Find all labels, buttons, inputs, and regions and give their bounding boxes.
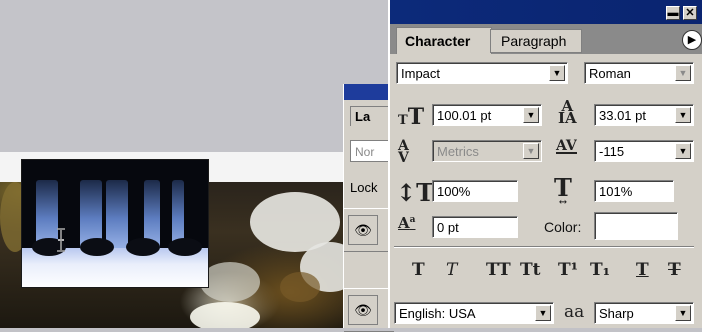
faux-italic-button[interactable]: T xyxy=(446,260,457,280)
leading-icon: A IA xyxy=(558,97,577,127)
character-panel-titlebar[interactable]: ▬ ✕ xyxy=(390,0,702,24)
font-size-icon: TT xyxy=(398,104,425,130)
close-icon[interactable]: ✕ xyxy=(683,6,697,20)
all-caps-button[interactable]: TT xyxy=(486,260,511,280)
chevron-down-icon[interactable]: ▼ xyxy=(675,107,691,123)
vertical-scale-input[interactable]: 100% xyxy=(432,180,518,202)
font-family-select[interactable]: Impact ▼ xyxy=(396,62,568,84)
baseline-shift-input[interactable]: 0 pt xyxy=(432,216,518,238)
color-label: Color: xyxy=(544,219,582,235)
tab-bar: Character Paragraph ▶ xyxy=(390,24,702,54)
tab-layers[interactable]: La xyxy=(350,106,390,126)
blend-mode-select[interactable]: Nor xyxy=(350,140,390,162)
baseline-shift-value: 0 pt xyxy=(437,220,459,235)
faux-bold-button[interactable]: T xyxy=(412,260,425,280)
strikethrough-button[interactable]: T xyxy=(668,260,681,280)
minimize-icon[interactable]: ▬ xyxy=(666,6,680,20)
chevron-down-icon[interactable]: ▼ xyxy=(549,65,565,81)
text-cursor-icon xyxy=(57,228,65,252)
divider xyxy=(394,246,694,248)
chevron-down-icon[interactable]: ▼ xyxy=(523,143,539,159)
tracking-value: -115 xyxy=(599,144,625,159)
horizontal-scale-input[interactable]: 101% xyxy=(594,180,674,202)
font-size-value: 100.01 pt xyxy=(437,108,492,123)
tracking-input[interactable]: -115 ▼ xyxy=(594,140,694,162)
chevron-down-icon[interactable]: ▼ xyxy=(675,65,691,81)
vertical-scale-icon: ↕T xyxy=(396,178,434,207)
leading-input[interactable]: 33.01 pt ▼ xyxy=(594,104,694,126)
font-style-select[interactable]: Roman ▼ xyxy=(584,62,694,84)
kerning-value: Metrics xyxy=(437,144,479,159)
kerning-select[interactable]: Metrics ▼ xyxy=(432,140,542,162)
tab-character[interactable]: Character xyxy=(396,27,492,54)
antialias-icon: aa xyxy=(564,302,585,322)
color-swatch[interactable] xyxy=(594,212,678,240)
small-caps-button[interactable]: Tt xyxy=(520,260,541,280)
horizontal-scale-icon: T ↔ xyxy=(554,173,572,208)
chevron-down-icon[interactable]: ▼ xyxy=(675,305,691,321)
layer-row[interactable]: 👁 xyxy=(344,288,394,332)
chevron-down-icon[interactable]: ▼ xyxy=(675,143,691,159)
underline-button[interactable]: T xyxy=(636,260,649,280)
tab-paragraph[interactable]: Paragraph xyxy=(490,29,582,53)
layers-panel: La Nor Lock 👁 👁 xyxy=(343,84,394,332)
eye-icon[interactable]: 👁 xyxy=(348,295,378,325)
language-select[interactable]: English: USA ▼ xyxy=(394,302,554,324)
subscript-button[interactable]: T₁ xyxy=(590,260,610,280)
kerning-icon: AV xyxy=(398,138,409,166)
font-family-value: Impact xyxy=(401,66,441,81)
chevron-down-icon[interactable]: ▼ xyxy=(523,107,539,123)
language-value: English: USA xyxy=(399,306,476,321)
chevron-down-icon[interactable]: ▼ xyxy=(535,305,551,321)
superscript-button[interactable]: T¹ xyxy=(558,260,578,280)
eye-icon[interactable]: 👁 xyxy=(348,215,378,245)
leading-value: 33.01 pt xyxy=(599,108,646,123)
baseline-shift-icon: Aa xyxy=(398,214,416,232)
antialias-value: Sharp xyxy=(599,306,634,321)
layers-titlebar[interactable] xyxy=(344,84,394,100)
font-style-value: Roman xyxy=(589,66,631,81)
font-size-input[interactable]: 100.01 pt ▼ xyxy=(432,104,542,126)
vertical-scale-value: 100% xyxy=(437,184,471,199)
layer-row[interactable]: 👁 xyxy=(344,208,394,252)
antialias-select[interactable]: Sharp ▼ xyxy=(594,302,694,324)
text-layer-preview[interactable] xyxy=(21,159,209,288)
panel-menu-arrow-icon[interactable]: ▶ xyxy=(682,30,702,50)
tracking-icon: AV xyxy=(556,138,577,154)
lock-label: Lock xyxy=(350,180,378,195)
character-panel: ▬ ✕ Character Paragraph ▶ Impact ▼ Roman… xyxy=(388,0,702,328)
horizontal-scale-value: 101% xyxy=(599,184,633,199)
